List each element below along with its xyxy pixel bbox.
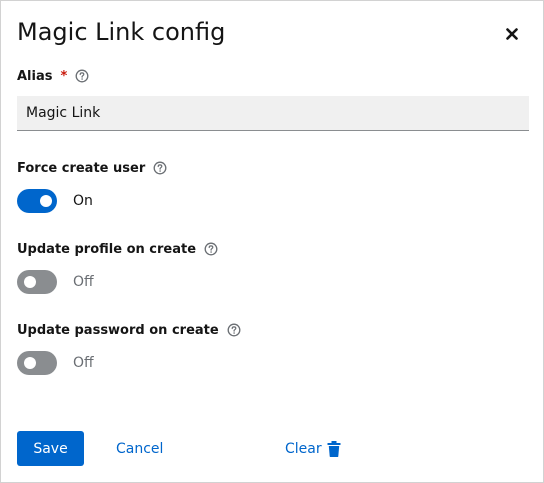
update-profile-label-group: Update profile on create [17,240,218,258]
alias-label: Alias [17,68,53,84]
alias-label-group: Alias * [17,67,89,85]
update-password-row: Off [17,351,94,375]
close-icon[interactable] [501,23,523,45]
save-button[interactable]: Save [17,431,84,466]
force-create-user-label-group: Force create user [17,159,167,177]
switch-knob [24,357,36,369]
update-profile-row: Off [17,270,94,294]
trash-icon [327,440,341,457]
help-icon[interactable] [153,161,167,175]
update-profile-state: Off [73,274,94,290]
alias-input[interactable] [17,96,529,131]
update-password-switch[interactable] [17,351,57,375]
help-icon[interactable] [75,69,89,83]
update-password-label: Update password on create [17,322,219,338]
dialog-title: Magic Link config [17,18,226,46]
help-icon[interactable] [204,242,218,256]
force-create-user-switch[interactable] [17,189,57,213]
update-password-label-group: Update password on create [17,321,241,339]
switch-knob [24,276,36,288]
cancel-button[interactable]: Cancel [116,431,163,466]
config-dialog: Magic Link config Alias * Force create u… [0,0,544,483]
help-icon[interactable] [227,323,241,337]
update-profile-label: Update profile on create [17,241,197,257]
force-create-user-label: Force create user [17,160,146,176]
force-create-user-state: On [73,193,93,209]
clear-button[interactable]: Clear [285,431,341,466]
required-marker: * [60,68,68,84]
clear-button-label: Clear [285,440,322,457]
switch-knob [40,195,52,207]
update-password-state: Off [73,355,94,371]
update-profile-switch[interactable] [17,270,57,294]
force-create-user-row: On [17,189,93,213]
